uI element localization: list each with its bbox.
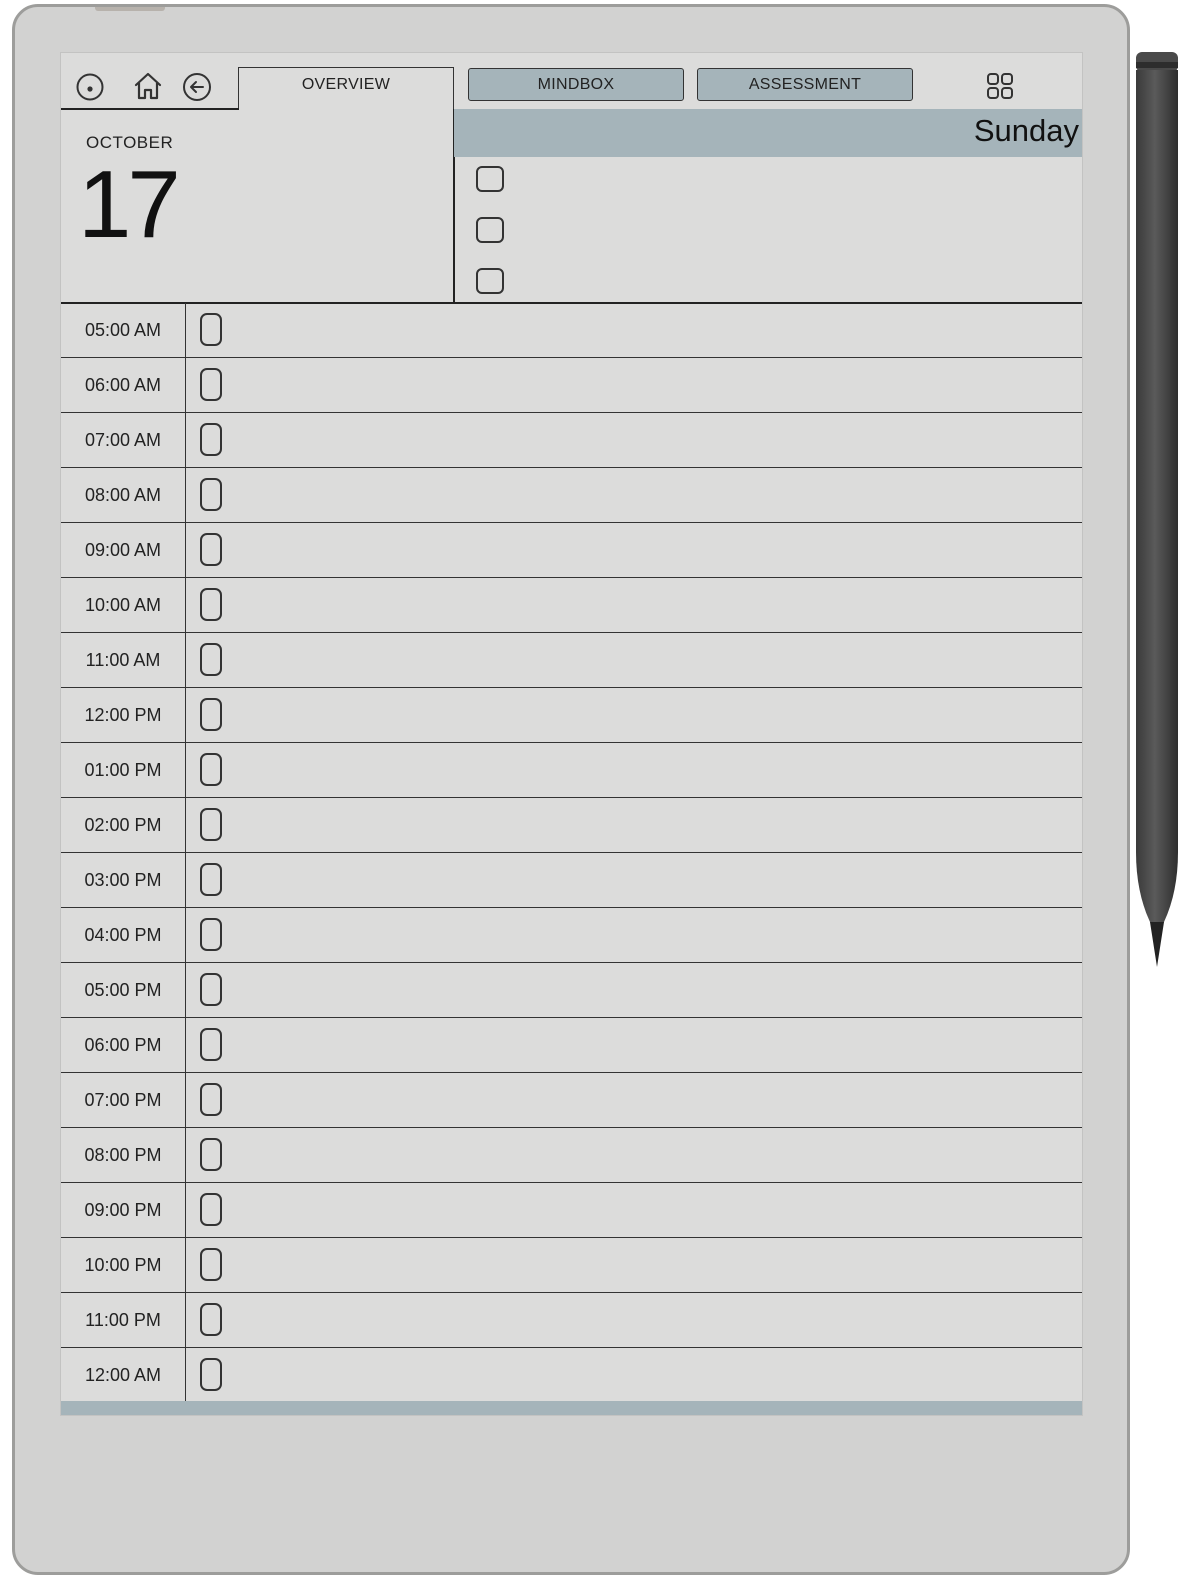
schedule-row[interactable]: 11:00 AM xyxy=(61,633,1082,688)
stylus-pen xyxy=(1136,52,1178,967)
schedule-time-label: 06:00 PM xyxy=(61,1018,186,1072)
date-month: OCTOBER xyxy=(86,133,174,152)
schedule-time-label: 09:00 AM xyxy=(61,523,186,577)
sync-icon[interactable] xyxy=(74,71,106,103)
schedule-checkbox[interactable] xyxy=(200,1028,222,1061)
schedule-time-label: 10:00 PM xyxy=(61,1238,186,1292)
schedule-checkbox[interactable] xyxy=(200,918,222,951)
grid-menu-icon[interactable] xyxy=(984,70,1016,102)
bottom-strip xyxy=(61,1401,1082,1415)
schedule-row[interactable]: 05:00 AM xyxy=(61,303,1082,358)
schedule-time-label: 12:00 PM xyxy=(61,688,186,742)
todo-checkbox[interactable] xyxy=(476,268,504,294)
schedule-checkbox[interactable] xyxy=(200,808,222,841)
schedule-checkbox[interactable] xyxy=(200,313,222,346)
schedule-time-label: 11:00 AM xyxy=(61,633,186,687)
schedule-time-label: 02:00 PM xyxy=(61,798,186,852)
schedule-row[interactable]: 07:00 PM xyxy=(61,1073,1082,1128)
schedule-checkbox[interactable] xyxy=(200,1248,222,1281)
schedule-checkbox[interactable] xyxy=(200,753,222,786)
schedule-time-label: 08:00 AM xyxy=(61,468,186,522)
date-day-number: 17 xyxy=(78,151,181,258)
schedule-time-label: 01:00 PM xyxy=(61,743,186,797)
schedule-checkbox[interactable] xyxy=(200,1193,222,1226)
tab-overview[interactable]: OVERVIEW xyxy=(238,67,454,109)
schedule-row[interactable]: 07:00 AM xyxy=(61,413,1082,468)
home-icon[interactable] xyxy=(132,70,164,102)
schedule-row[interactable]: 12:00 AM xyxy=(61,1348,1082,1403)
schedule-time-label: 07:00 PM xyxy=(61,1073,186,1127)
hourly-schedule: 05:00 AM 06:00 AM 07:00 AM 08:00 AM 09:00 AM… xyxy=(61,303,1082,1403)
schedule-row[interactable]: 06:00 AM xyxy=(61,358,1082,413)
schedule-time-label: 07:00 AM xyxy=(61,413,186,467)
planner-screen: OVERVIEW MINDBOX ASSESSMENT OCTOBER 17 S… xyxy=(60,52,1083,1416)
schedule-checkbox[interactable] xyxy=(200,643,222,676)
device-button xyxy=(95,7,165,11)
schedule-checkbox[interactable] xyxy=(200,863,222,896)
schedule-row[interactable]: 12:00 PM xyxy=(61,688,1082,743)
schedule-time-label: 12:00 AM xyxy=(61,1348,186,1402)
schedule-checkbox[interactable] xyxy=(200,1138,222,1171)
schedule-checkbox[interactable] xyxy=(200,973,222,1006)
schedule-row[interactable]: 05:00 PM xyxy=(61,963,1082,1018)
weekday-bar: Sunday xyxy=(454,109,1082,157)
schedule-time-label: 04:00 PM xyxy=(61,908,186,962)
tab-assessment-label: ASSESSMENT xyxy=(748,75,862,93)
schedule-checkbox[interactable] xyxy=(200,588,222,621)
schedule-row[interactable]: 02:00 PM xyxy=(61,798,1082,853)
schedule-row[interactable]: 09:00 PM xyxy=(61,1183,1082,1238)
schedule-time-label: 05:00 AM xyxy=(61,303,186,357)
schedule-checkbox[interactable] xyxy=(200,1303,222,1336)
schedule-checkbox[interactable] xyxy=(200,423,222,456)
schedule-row[interactable]: 04:00 PM xyxy=(61,908,1082,963)
schedule-row[interactable]: 06:00 PM xyxy=(61,1018,1082,1073)
tab-overview-label: OVERVIEW xyxy=(301,76,391,93)
todo-checkbox[interactable] xyxy=(476,217,504,243)
schedule-time-label: 05:00 PM xyxy=(61,963,186,1017)
schedule-row[interactable]: 08:00 AM xyxy=(61,468,1082,523)
schedule-row[interactable]: 11:00 PM xyxy=(61,1293,1082,1348)
weekday-label: Sunday xyxy=(973,113,1079,148)
schedule-checkbox[interactable] xyxy=(200,533,222,566)
schedule-row[interactable]: 10:00 PM xyxy=(61,1238,1082,1293)
schedule-row[interactable]: 09:00 AM xyxy=(61,523,1082,578)
schedule-checkbox[interactable] xyxy=(200,368,222,401)
back-arrow-icon[interactable] xyxy=(181,71,213,103)
schedule-row[interactable]: 03:00 PM xyxy=(61,853,1082,908)
schedule-time-label: 08:00 PM xyxy=(61,1128,186,1182)
todo-checkbox[interactable] xyxy=(476,166,504,192)
schedule-row[interactable]: 08:00 PM xyxy=(61,1128,1082,1183)
schedule-row[interactable]: 01:00 PM xyxy=(61,743,1082,798)
schedule-time-label: 09:00 PM xyxy=(61,1183,186,1237)
tab-assessment[interactable]: ASSESSMENT xyxy=(697,68,913,101)
schedule-time-label: 11:00 PM xyxy=(61,1293,186,1347)
schedule-time-label: 06:00 AM xyxy=(61,358,186,412)
schedule-checkbox[interactable] xyxy=(200,698,222,731)
header-divider-left xyxy=(61,108,239,110)
schedule-time-label: 03:00 PM xyxy=(61,853,186,907)
schedule-row[interactable]: 10:00 AM xyxy=(61,578,1082,633)
schedule-time-label: 10:00 AM xyxy=(61,578,186,632)
tab-mindbox-label: MINDBOX xyxy=(537,75,615,93)
tab-mindbox[interactable]: MINDBOX xyxy=(468,68,684,101)
schedule-checkbox[interactable] xyxy=(200,1358,222,1391)
schedule-checkbox[interactable] xyxy=(200,478,222,511)
schedule-checkbox[interactable] xyxy=(200,1083,222,1116)
